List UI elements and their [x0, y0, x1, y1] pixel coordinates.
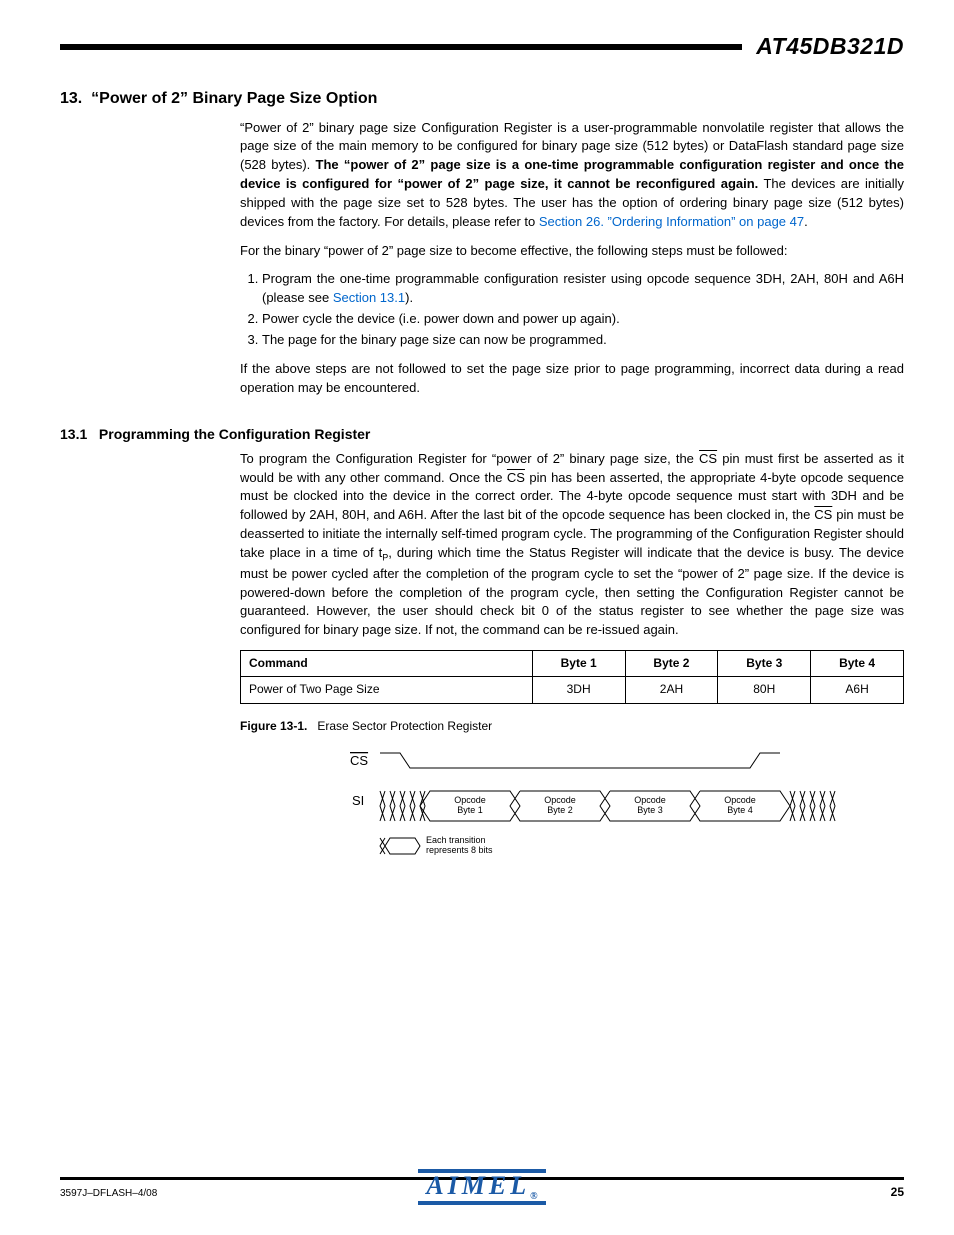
header-row: AT45DB321D — [60, 30, 904, 63]
section-number: 13. — [60, 90, 82, 107]
si-label: SI — [352, 793, 364, 808]
opcode-label: Byte 3 — [637, 805, 663, 815]
document-reference: 3597J–DFLASH–4/08 — [60, 1187, 157, 1202]
table-cell: A6H — [811, 677, 904, 703]
header-rule — [60, 44, 742, 50]
subsection-body: To program the Configuration Register fo… — [240, 450, 904, 879]
page: AT45DB321D 13. “Power of 2” Binary Page … — [0, 0, 954, 1235]
legend-symbol — [380, 838, 385, 854]
ordered-list: Program the one-time programmable config… — [262, 270, 904, 349]
opcode-label: Opcode — [454, 795, 486, 805]
table-cell: 3DH — [532, 677, 625, 703]
cs-pin: CS — [507, 470, 525, 485]
legend-text: Each transition — [426, 835, 486, 845]
opcode-label: Opcode — [724, 795, 756, 805]
si-waveform — [380, 791, 835, 821]
opcode-label: Opcode — [544, 795, 576, 805]
paragraph: If the above steps are not followed to s… — [240, 360, 904, 398]
paragraph: To program the Configuration Register fo… — [240, 450, 904, 640]
table-header: Command — [241, 651, 533, 677]
opcode-label: Byte 4 — [727, 805, 753, 815]
opcode-label: Opcode — [634, 795, 666, 805]
list-item: The page for the binary page size can no… — [262, 331, 904, 350]
table-row: Power of Two Page Size 3DH 2AH 80H A6H — [241, 677, 904, 703]
table-header: Byte 2 — [625, 651, 718, 677]
page-footer: 3597J–DFLASH–4/08 25 AIMEL® — [60, 1177, 904, 1201]
subsection-heading: 13.1 Programming the Configuration Regis… — [60, 424, 904, 444]
table-header: Byte 1 — [532, 651, 625, 677]
command-table: Command Byte 1 Byte 2 Byte 3 Byte 4 Powe… — [240, 650, 904, 704]
cs-label: CS — [350, 753, 368, 768]
opcode-label: Byte 2 — [547, 805, 573, 815]
figure-caption: Figure 13-1. Erase Sector Protection Reg… — [240, 718, 904, 735]
section-title: “Power of 2” Binary Page Size Option — [91, 90, 377, 107]
figure-label: Figure 13-1. — [240, 719, 307, 733]
legend-text: represents 8 bits — [426, 845, 493, 855]
table-cell: 2AH — [625, 677, 718, 703]
table-cell: 80H — [718, 677, 811, 703]
subsection-number: 13.1 — [60, 426, 87, 442]
list-item: Program the one-time programmable config… — [262, 270, 904, 308]
cs-pin: CS — [699, 451, 717, 466]
table-header-row: Command Byte 1 Byte 2 Byte 3 Byte 4 — [241, 651, 904, 677]
cs-pin: CS — [814, 507, 832, 522]
page-number: 25 — [891, 1184, 904, 1201]
timing-diagram-svg: CS SI Opcode Byte 1 Opcode Byte 2 Opcode… — [330, 743, 850, 873]
figure-diagram: CS SI Opcode Byte 1 Opcode Byte 2 Opcode… — [330, 743, 904, 879]
subsection-title: Programming the Configuration Register — [99, 426, 370, 442]
table-cell: Power of Two Page Size — [241, 677, 533, 703]
section-heading: 13. “Power of 2” Binary Page Size Option — [60, 87, 904, 110]
legend-symbol — [385, 838, 420, 854]
table-header: Byte 4 — [811, 651, 904, 677]
list-item: Power cycle the device (i.e. power down … — [262, 310, 904, 329]
paragraph: For the binary “power of 2” page size to… — [240, 242, 904, 261]
link-section-13-1[interactable]: Section 13.1 — [333, 290, 405, 305]
paragraph: “Power of 2” binary page size Configurat… — [240, 119, 904, 232]
table-header: Byte 3 — [718, 651, 811, 677]
cs-waveform — [380, 753, 780, 768]
footer-rule — [60, 1177, 904, 1180]
figure-title: Erase Sector Protection Register — [317, 719, 492, 733]
document-part-number: AT45DB321D — [756, 30, 904, 63]
link-ordering-information[interactable]: Section 26. ”Ordering Information” on pa… — [539, 214, 804, 229]
opcode-label: Byte 1 — [457, 805, 483, 815]
section-body: “Power of 2” binary page size Configurat… — [240, 119, 904, 398]
